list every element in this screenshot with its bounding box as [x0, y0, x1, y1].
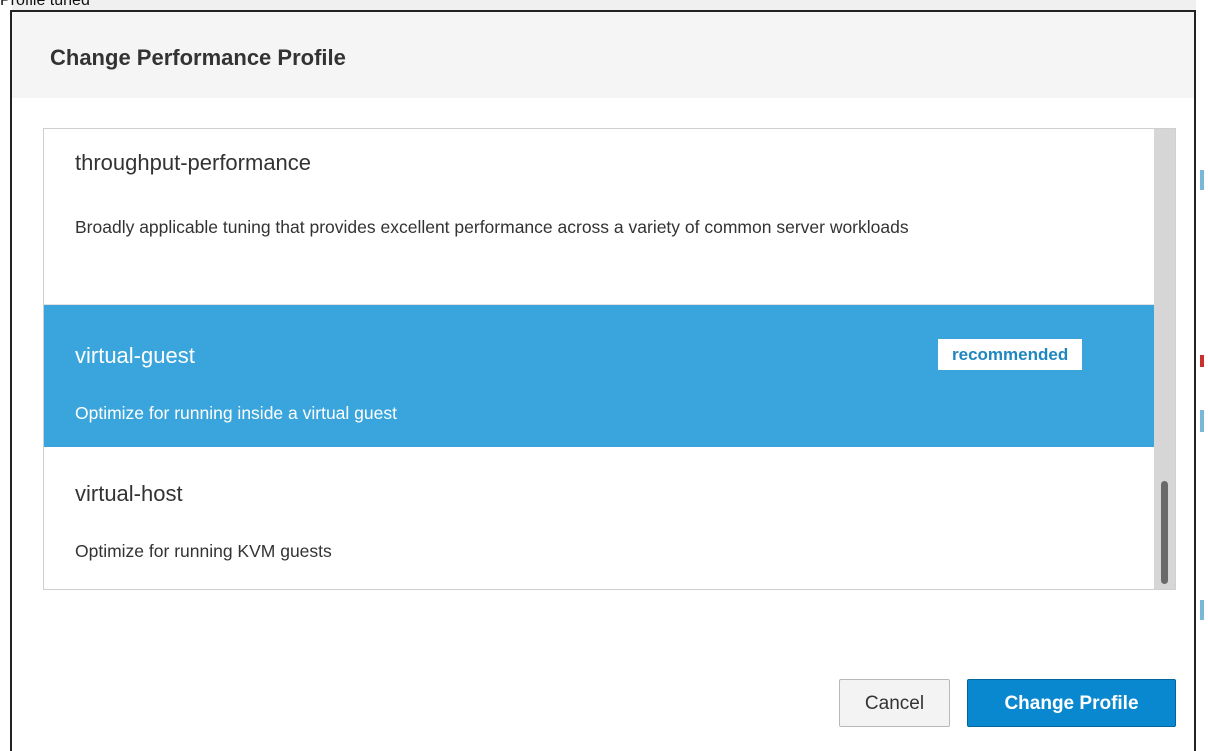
recommended-badge: recommended	[938, 339, 1083, 370]
profile-item-virtual-guest[interactable]: virtual-guest recommended Optimize for r…	[44, 305, 1154, 447]
background-accent-stripe	[1200, 170, 1204, 190]
profile-item-throughput-performance[interactable]: throughput-performance Broadly applicabl…	[44, 129, 1154, 305]
profile-description: Optimize for running KVM guests	[75, 541, 332, 561]
dialog-header: Change Performance Profile	[12, 12, 1194, 98]
profile-name: virtual-guest	[75, 343, 195, 368]
profile-description: Broadly applicable tuning that provides …	[75, 217, 909, 237]
dialog-title: Change Performance Profile	[50, 45, 346, 70]
profile-name: virtual-host	[75, 481, 183, 506]
background-accent-stripe	[1200, 600, 1204, 620]
cancel-button[interactable]: Cancel	[839, 679, 950, 727]
background-accent-stripe	[1200, 355, 1204, 367]
profile-item-virtual-host[interactable]: virtual-host Optimize for running KVM gu…	[44, 447, 1154, 589]
background-accent-stripe	[1200, 410, 1204, 432]
profile-name: throughput-performance	[75, 150, 312, 175]
background-partial-text: Profile tuned	[0, 0, 90, 9]
change-profile-button[interactable]: Change Profile	[967, 679, 1176, 727]
profile-list[interactable]: throughput-performance Broadly applicabl…	[43, 128, 1176, 590]
change-profile-dialog: Change Performance Profile throughput-pe…	[10, 10, 1196, 751]
scrollbar-thumb[interactable]	[1161, 481, 1168, 584]
profile-description: Optimize for running inside a virtual gu…	[75, 403, 397, 423]
background-right-edge	[1196, 0, 1208, 751]
scrollbar-track[interactable]	[1154, 129, 1175, 589]
